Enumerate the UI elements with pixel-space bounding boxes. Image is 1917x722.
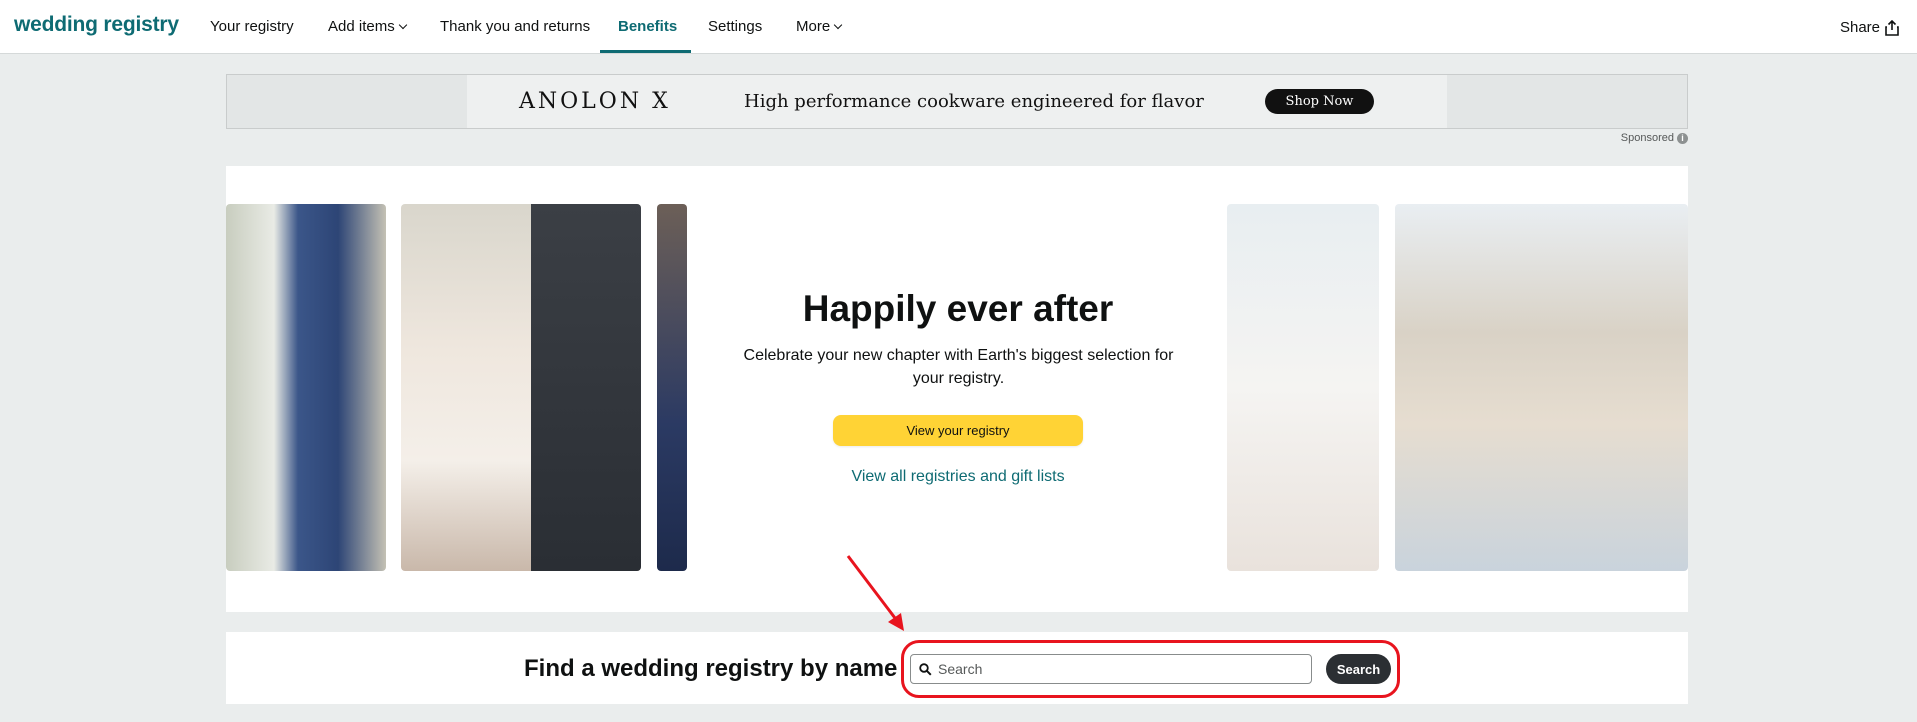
couple-photo: [1227, 204, 1379, 571]
couple-photo: [657, 204, 687, 571]
nav-more[interactable]: More: [796, 18, 843, 35]
nav-add-items-label: Add items: [328, 18, 395, 35]
nav-active-indicator: [600, 50, 691, 53]
ad-banner[interactable]: ANOLON X High performance cookware engin…: [226, 74, 1688, 129]
hero-section: Happily ever after Celebrate your new ch…: [226, 166, 1688, 612]
hero-subtitle: Celebrate your new chapter with Earth's …: [743, 347, 1174, 387]
chevron-down-icon: [398, 20, 407, 30]
search-icon: [919, 662, 932, 676]
top-nav: wedding registry Your registry Add items…: [0, 0, 1917, 54]
ad-headline: High performance cookware engineered for…: [744, 91, 1204, 112]
nav-thank-you-returns[interactable]: Thank you and returns: [440, 18, 590, 35]
find-registry-section: Find a wedding registry by name Search: [226, 632, 1688, 704]
view-your-registry-button[interactable]: View your registry: [833, 415, 1083, 446]
couple-photo: [401, 204, 641, 571]
hero-title: Happily ever after: [802, 288, 1114, 329]
chevron-down-icon: [833, 20, 843, 30]
info-icon[interactable]: i: [1677, 132, 1688, 144]
view-all-registries-link[interactable]: View all registries and gift lists: [688, 468, 1228, 486]
search-input[interactable]: [938, 661, 1298, 677]
sponsored-label: Sponsored i: [1621, 132, 1688, 144]
couple-photo: [226, 204, 386, 571]
ad-shop-now-button[interactable]: Shop Now: [1265, 89, 1374, 114]
nav-more-label: More: [796, 18, 831, 35]
ad-brand-logo: ANOLON X: [519, 89, 671, 114]
search-button[interactable]: Search: [1326, 654, 1391, 684]
nav-benefits[interactable]: Benefits: [618, 18, 677, 35]
sponsored-text: Sponsored: [1620, 132, 1674, 144]
share-icon: [1885, 19, 1899, 36]
share-label: Share: [1839, 19, 1880, 36]
couple-photo: [1395, 204, 1688, 571]
search-field[interactable]: [910, 654, 1312, 684]
nav-add-items[interactable]: Add items: [328, 18, 407, 35]
share-button[interactable]: Share: [1840, 19, 1899, 36]
find-registry-heading: Find a wedding registry by name: [524, 655, 898, 682]
brand-logo[interactable]: wedding registry: [14, 13, 179, 37]
nav-settings[interactable]: Settings: [708, 18, 762, 35]
nav-your-registry[interactable]: Your registry: [210, 18, 294, 35]
